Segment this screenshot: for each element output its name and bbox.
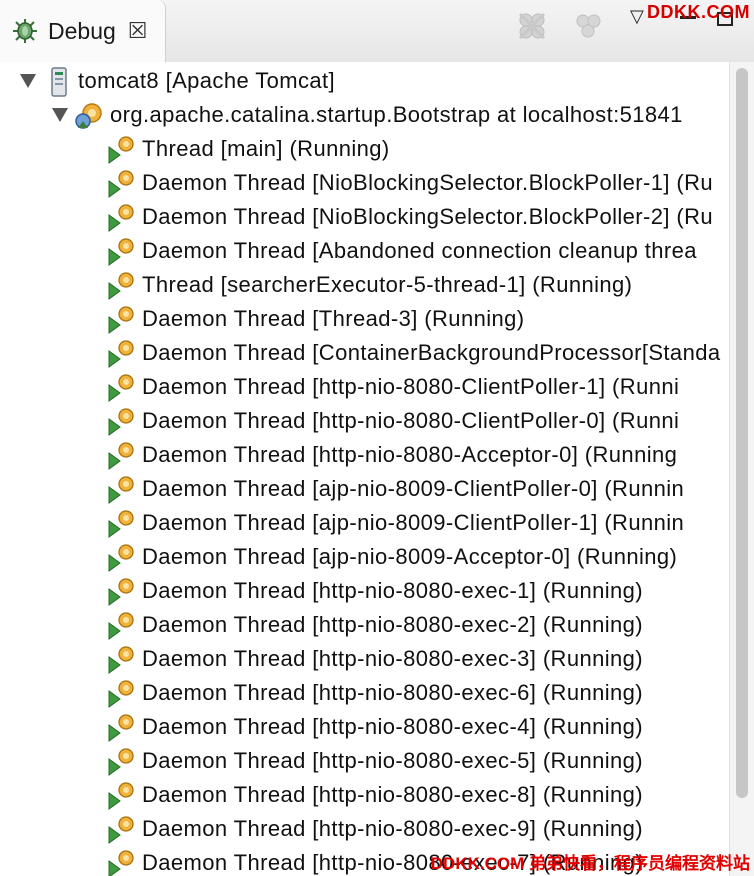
debug-tree[interactable]: tomcat8 [Apache Tomcat] org.apache.catal… <box>0 62 728 876</box>
running-thread-icon <box>106 169 138 204</box>
close-icon[interactable]: ☒ <box>128 20 148 42</box>
tree-node-thread[interactable]: Daemon Thread [http-nio-8080-ClientPolle… <box>0 370 728 404</box>
running-thread-icon <box>106 203 138 238</box>
vm-label: org.apache.catalina.startup.Bootstrap at… <box>110 102 683 127</box>
thread-label: Daemon Thread [http-nio-8080-ClientPolle… <box>142 374 680 399</box>
running-thread-icon <box>106 679 138 714</box>
running-thread-icon <box>106 475 138 510</box>
running-thread-icon <box>106 271 138 306</box>
running-thread-icon <box>106 441 138 476</box>
thread-label: Thread [searcherExecutor-5-thread-1] (Ru… <box>142 272 633 297</box>
running-thread-icon <box>106 135 138 170</box>
running-thread-icon <box>106 611 138 646</box>
thread-label: Daemon Thread [Thread-3] (Running) <box>142 306 525 331</box>
tree-node-thread[interactable]: Daemon Thread [http-nio-8080-exec-1] (Ru… <box>0 574 728 608</box>
tree-node-thread[interactable]: Daemon Thread [NioBlockingSelector.Block… <box>0 166 728 200</box>
view-tab-bar: Debug ☒ ▽ DDKK.COM <box>0 0 754 62</box>
tree-node-thread[interactable]: Daemon Thread [http-nio-8080-exec-4] (Ru… <box>0 710 728 744</box>
running-thread-icon <box>106 849 138 876</box>
thread-label: Daemon Thread [http-nio-8080-exec-9] (Ru… <box>142 816 644 841</box>
running-thread-icon <box>106 645 138 680</box>
running-thread-icon <box>106 543 138 578</box>
tree-node-thread[interactable]: Daemon Thread [ajp-nio-8009-ClientPoller… <box>0 472 728 506</box>
thread-label: Daemon Thread [NioBlockingSelector.Block… <box>142 170 714 195</box>
running-thread-icon <box>106 713 138 748</box>
bug-icon <box>10 16 40 46</box>
server-icon <box>50 67 68 102</box>
tree-node-thread[interactable]: Daemon Thread [http-nio-8080-exec-9] (Ru… <box>0 812 728 846</box>
tree-node-vm[interactable]: org.apache.catalina.startup.Bootstrap at… <box>0 98 728 132</box>
thread-label: Daemon Thread [ContainerBackgroundProces… <box>142 340 721 365</box>
tree-node-server[interactable]: tomcat8 [Apache Tomcat] <box>0 64 728 98</box>
thread-label: Daemon Thread [ajp-nio-8009-ClientPoller… <box>142 510 685 535</box>
running-thread-icon <box>106 577 138 612</box>
thread-label: Daemon Thread [http-nio-8080-exec-3] (Ru… <box>142 646 644 671</box>
vertical-scrollbar[interactable] <box>729 62 754 876</box>
thread-label: Daemon Thread [http-nio-8080-exec-5] (Ru… <box>142 748 644 773</box>
tree-node-thread[interactable]: Daemon Thread [http-nio-8080-exec-8] (Ru… <box>0 778 728 812</box>
debug-tab[interactable]: Debug ☒ <box>0 0 166 62</box>
tab-title: Debug <box>48 17 116 44</box>
expand-twisty-icon[interactable] <box>52 108 68 122</box>
tree-node-thread[interactable]: Daemon Thread [http-nio-8080-exec-5] (Ru… <box>0 744 728 778</box>
tree-node-thread[interactable]: Daemon Thread [http-nio-8080-Acceptor-0]… <box>0 438 728 472</box>
tree-node-thread[interactable]: Daemon Thread [Thread-3] (Running) <box>0 302 728 336</box>
tree-node-thread[interactable]: Thread [main] (Running) <box>0 132 728 166</box>
remove-all-terminated-icon[interactable] <box>572 8 606 47</box>
thread-label: Daemon Thread [ajp-nio-8009-Acceptor-0] … <box>142 544 678 569</box>
view-menu-icon[interactable]: ▽ <box>630 6 644 27</box>
running-thread-icon <box>106 407 138 442</box>
running-thread-icon <box>106 373 138 408</box>
running-thread-icon <box>106 339 138 374</box>
tree-node-thread[interactable]: Daemon Thread [http-nio-8080-ClientPolle… <box>0 404 728 438</box>
thread-label: Daemon Thread [http-nio-8080-Acceptor-0]… <box>142 442 678 467</box>
debug-target-icon <box>74 101 106 136</box>
watermark-bottom: DDKK.COM 弟弟快看，程序员编程资料站 <box>430 854 750 873</box>
thread-label: Daemon Thread [http-nio-8080-exec-8] (Ru… <box>142 782 644 807</box>
thread-label: Daemon Thread [http-nio-8080-exec-1] (Ru… <box>142 578 644 603</box>
tree-node-thread[interactable]: Daemon Thread [NioBlockingSelector.Block… <box>0 200 728 234</box>
debug-view: Debug ☒ ▽ DDKK.COM tomcat8 [Apache Tomca… <box>0 0 754 876</box>
thread-label: Daemon Thread [http-nio-8080-ClientPolle… <box>142 408 680 433</box>
tree-node-thread[interactable]: Daemon Thread [http-nio-8080-exec-3] (Ru… <box>0 642 728 676</box>
thread-label: Daemon Thread [NioBlockingSelector.Block… <box>142 204 714 229</box>
tree-node-thread[interactable]: Daemon Thread [ajp-nio-8009-ClientPoller… <box>0 506 728 540</box>
thread-label: Daemon Thread [ajp-nio-8009-ClientPoller… <box>142 476 685 501</box>
running-thread-icon <box>106 747 138 782</box>
thread-label: Daemon Thread [http-nio-8080-exec-4] (Ru… <box>142 714 644 739</box>
tree-node-thread[interactable]: Daemon Thread [ContainerBackgroundProces… <box>0 336 728 370</box>
tree-node-thread[interactable]: Thread [searcherExecutor-5-thread-1] (Ru… <box>0 268 728 302</box>
tree-node-thread[interactable]: Daemon Thread [http-nio-8080-exec-6] (Ru… <box>0 676 728 710</box>
scrollbar-thumb[interactable] <box>736 68 748 798</box>
expand-twisty-icon[interactable] <box>20 74 36 88</box>
thread-label: Thread [main] (Running) <box>142 136 390 161</box>
thread-label: Daemon Thread [http-nio-8080-exec-6] (Ru… <box>142 680 644 705</box>
watermark-top: DDKK.COM <box>647 2 750 22</box>
thread-label: Daemon Thread [Abandoned connection clea… <box>142 238 697 263</box>
running-thread-icon <box>106 305 138 340</box>
running-thread-icon <box>106 237 138 272</box>
running-thread-icon <box>106 509 138 544</box>
remove-terminated-icon[interactable] <box>514 8 550 49</box>
tree-node-thread[interactable]: Daemon Thread [ajp-nio-8009-Acceptor-0] … <box>0 540 728 574</box>
running-thread-icon <box>106 781 138 816</box>
tree-node-thread[interactable]: Daemon Thread [Abandoned connection clea… <box>0 234 728 268</box>
server-label: tomcat8 [Apache Tomcat] <box>78 68 336 93</box>
running-thread-icon <box>106 815 138 850</box>
tree-node-thread[interactable]: Daemon Thread [http-nio-8080-exec-2] (Ru… <box>0 608 728 642</box>
thread-label: Daemon Thread [http-nio-8080-exec-2] (Ru… <box>142 612 644 637</box>
